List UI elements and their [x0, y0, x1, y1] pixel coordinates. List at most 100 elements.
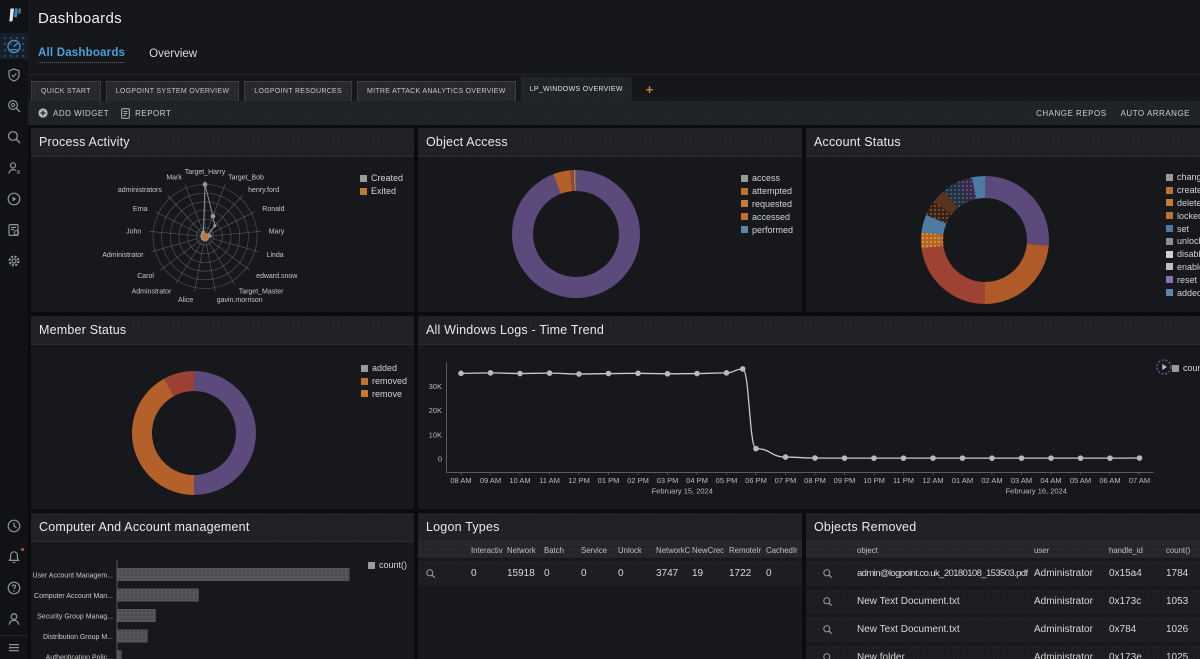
legend-item[interactable]: remove	[361, 388, 407, 401]
legend-item[interactable]: set	[1166, 222, 1200, 235]
x-tick-label: 11 PM	[893, 476, 914, 485]
legend-label: deleted	[1177, 198, 1200, 208]
sidebar-item-dashboard-gauge[interactable]	[0, 33, 28, 59]
legend-item[interactable]: attempted	[741, 185, 793, 198]
legend-item[interactable]: added	[1166, 286, 1200, 299]
add-dashboard-button[interactable]: +	[640, 77, 660, 101]
table-cell: 1026	[1166, 617, 1200, 642]
widget-header[interactable]: Account Status	[806, 128, 1200, 157]
tab-overview[interactable]: Overview	[149, 48, 197, 63]
table-header-cell: object	[857, 542, 1033, 558]
legend-swatch	[741, 200, 748, 207]
table-cell: New folder	[857, 645, 1033, 659]
legend-item[interactable]: disabled	[1166, 248, 1200, 261]
legend-item[interactable]: count()	[1172, 362, 1200, 375]
legend-item[interactable]: locked	[1166, 209, 1200, 222]
legend-item[interactable]: added	[361, 362, 407, 375]
legend-item[interactable]: Exited	[360, 185, 403, 198]
widget-header[interactable]: All Windows Logs - Time Trend	[418, 316, 1200, 345]
legend-item[interactable]: reset	[1166, 273, 1200, 286]
chart-legend: access attemptedrequestedaccessedperforme…	[741, 172, 793, 236]
radar-chart[interactable]: Target_HarryTarget_Bobhenry.fordRonaldMa…	[31, 157, 414, 311]
search-icon[interactable]	[822, 561, 838, 586]
search-icon[interactable]	[822, 617, 838, 642]
widget-header[interactable]: Logon Types	[418, 513, 802, 542]
play-circle-icon[interactable]	[1156, 359, 1172, 375]
sidebar-item-clock[interactable]	[0, 510, 28, 541]
line-data-point	[665, 371, 671, 377]
change-repos-button[interactable]: CHANGE REPOS	[1036, 109, 1106, 118]
sidebar-item-bell[interactable]	[0, 541, 28, 572]
search-icon[interactable]	[822, 645, 838, 659]
dashboard-tab-lp_windows-overview[interactable]: LP_WINDOWS OVERVIEW	[521, 77, 632, 101]
play-circle-icon	[6, 191, 22, 207]
add-widget-button[interactable]: ADD WIDGET	[38, 108, 109, 118]
widget-title: Object Access	[426, 135, 508, 149]
sidebar-item-user-list[interactable]	[0, 152, 28, 183]
legend-item[interactable]: access	[741, 172, 793, 185]
legend-item[interactable]: requested	[741, 198, 793, 211]
legend-item[interactable]: deleted	[1166, 197, 1200, 210]
sidebar-separator	[0, 635, 28, 636]
logpoint-logo[interactable]	[0, 0, 28, 30]
x-tick-label: 10 AM	[509, 476, 530, 485]
legend-item[interactable]: removed	[361, 375, 407, 388]
table-row[interactable]: New Text Document.txtAdministrator0x7841…	[806, 617, 1200, 642]
sidebar-top-nav	[0, 33, 28, 276]
legend-item[interactable]: Created	[360, 172, 403, 185]
sidebar-item-menu-list[interactable]	[0, 637, 28, 659]
dashboard-tab-quick-start[interactable]: QUICK START	[31, 81, 101, 101]
donut-chart[interactable]	[806, 157, 1200, 311]
table-cell: New Text Document.txt	[857, 617, 1033, 642]
dashboard-tab-logpoint-system-overview[interactable]: LOGPOINT SYSTEM OVERVIEW	[106, 81, 240, 101]
bar-category-label: User Account Managem...	[32, 572, 113, 579]
dashboard-tab-logpoint-resources[interactable]: LOGPOINT RESOURCES	[244, 81, 352, 101]
line-chart[interactable]: 010K20K30K08 AM09 AM10 AM11 AM12 PM01 PM…	[418, 345, 1199, 508]
table-row[interactable]: New Text Document.txtAdministrator0x173c…	[806, 589, 1200, 614]
widget-header[interactable]: Object Access	[418, 128, 802, 157]
report-button[interactable]: REPORT	[121, 108, 171, 119]
legend-swatch	[1166, 199, 1173, 206]
legend-label: access	[752, 173, 780, 183]
tab-all-dashboards[interactable]: All Dashboards	[38, 47, 125, 63]
widget-header[interactable]: Objects Removed	[806, 513, 1200, 542]
table-row[interactable]: admin@logpoint.co.uk_20180108_153503.pdf…	[806, 561, 1200, 586]
widget-header[interactable]: Member Status	[31, 316, 414, 345]
legend-item[interactable]: count()	[368, 559, 407, 572]
legend-item[interactable]: created	[1166, 184, 1200, 197]
legend-item[interactable]: enabled	[1166, 261, 1200, 274]
date-label: February 16, 2024	[1006, 487, 1067, 496]
legend-swatch	[1166, 263, 1173, 270]
line-data-point	[1137, 455, 1143, 461]
table-row[interactable]: New folderAdministrator0x173e1025	[806, 645, 1200, 659]
line-data-point	[606, 371, 612, 377]
table-cell: 19	[692, 561, 728, 586]
sidebar-item-search-gear[interactable]	[0, 90, 28, 121]
sidebar-item-play-circle[interactable]	[0, 183, 28, 214]
search-icon[interactable]	[425, 561, 441, 586]
sidebar-item-search[interactable]	[0, 121, 28, 152]
widget-header[interactable]: Process Activity	[31, 128, 414, 157]
donut-slice-added	[194, 371, 256, 495]
x-tick-label: 01 PM	[598, 476, 620, 485]
widget-header[interactable]: Computer And Account management	[31, 513, 414, 542]
sidebar-item-shield-check[interactable]	[0, 59, 28, 90]
donut-chart[interactable]	[31, 345, 414, 508]
legend-swatch	[361, 390, 368, 397]
dashboard-tab-mitre-attack-analytics-overview[interactable]: MITRE ATTACK ANALYTICS OVERVIEW	[357, 81, 516, 101]
sidebar-item-settings-gear[interactable]	[0, 245, 28, 276]
table-row[interactable]: 01591800037471917220	[418, 561, 802, 586]
sidebar-item-user[interactable]	[0, 603, 28, 634]
legend-item[interactable]: unlocked	[1166, 235, 1200, 248]
legend-item[interactable]: changed	[1166, 171, 1200, 184]
sidebar-item-report-gear[interactable]	[0, 214, 28, 245]
widget-title: All Windows Logs - Time Trend	[426, 323, 604, 337]
sidebar-item-help-circle[interactable]	[0, 572, 28, 603]
legend-item[interactable]: accessed	[741, 210, 793, 223]
bar-chart[interactable]: User Account Managem...Computer Account …	[31, 542, 414, 659]
legend-item[interactable]: performed	[741, 223, 793, 236]
table-cell: Administrator	[1034, 617, 1108, 642]
legend-swatch	[1166, 238, 1173, 245]
search-icon[interactable]	[822, 589, 838, 614]
auto-arrange-button[interactable]: AUTO ARRANGE	[1121, 109, 1190, 118]
